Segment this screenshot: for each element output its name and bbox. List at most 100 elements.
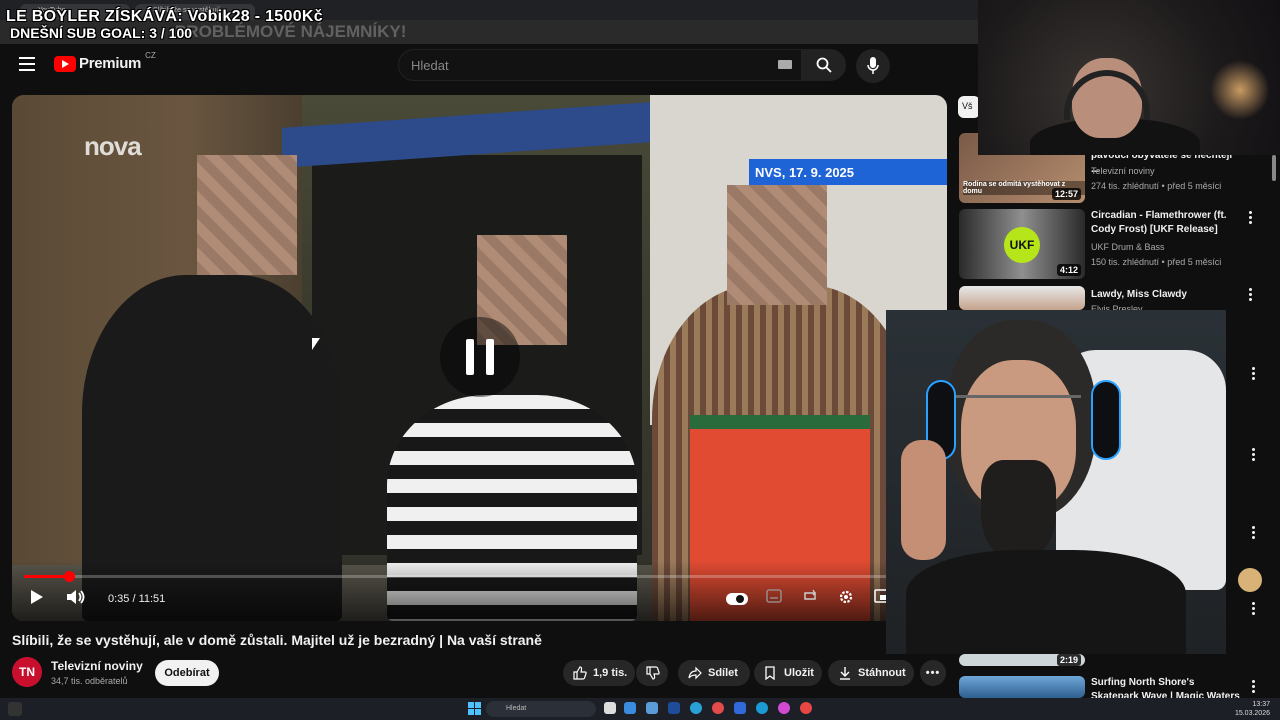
file-explorer-icon[interactable] [646, 702, 658, 714]
date-banner: NVS, 17. 9. 2025 [749, 159, 947, 185]
taskbar-search[interactable]: Hledat [486, 701, 596, 717]
search-input[interactable]: Hledat [398, 49, 802, 81]
logo-country: CZ [145, 51, 156, 60]
clock-date: 15.03.2026 [1234, 710, 1270, 717]
blurred-face [727, 185, 827, 305]
nova-watermark: nova [84, 131, 142, 161]
streamer-hand [901, 440, 946, 560]
progress-scrubber[interactable] [63, 571, 75, 582]
microphone-icon [867, 57, 879, 74]
taskbar-clock[interactable]: 13:37 15.03.2026 [1235, 700, 1270, 718]
streamer-shirt [906, 550, 1186, 654]
glasses [956, 395, 1081, 415]
recommendation-meta: 274 tis. zhlédnutí • před 5 měsíci [1091, 181, 1222, 191]
loop-icon[interactable] [802, 589, 818, 603]
clock-time: 13:37 [1252, 701, 1270, 708]
app-icon[interactable] [778, 702, 790, 714]
video-title: Slíbili, že se vystěhují, ale v domě zůs… [12, 632, 542, 648]
volume-icon[interactable] [66, 589, 86, 605]
share-button[interactable]: Sdílet [678, 660, 750, 686]
subscriber-count: 34,7 tis. odběratelů [51, 676, 128, 686]
stream-sub-goal: DNEŠNÍ SUB GOAL: 3 / 100 [10, 25, 193, 41]
subtitles-icon[interactable] [766, 589, 782, 603]
screen: YouTube Slíbili, že se vystěhují PROBLÉM… [0, 0, 1280, 720]
windows-taskbar: Hledat 13:37 15.03.2026 [0, 698, 1280, 720]
more-actions-button[interactable]: ••• [920, 660, 946, 686]
download-label: Stáhnout [858, 667, 906, 679]
recommendation-item[interactable]: 2:19 Surfing North Shore's Skatepark Wav… [959, 654, 1259, 716]
sidebar-scrollbar[interactable] [1272, 155, 1276, 181]
progress-fill [24, 575, 69, 578]
app-icon[interactable] [734, 702, 746, 714]
windows-start-icon[interactable] [468, 702, 481, 715]
streamer-beard [981, 460, 1056, 560]
more-vertical-icon[interactable] [1252, 367, 1256, 382]
settings-gear-icon[interactable] [838, 589, 854, 605]
headset-right-icon [1091, 380, 1121, 460]
video-thumbnail[interactable] [959, 676, 1085, 698]
stream-donation-alert: LE BOYLER ZÍSKÁVÁ: Vobik28 - 1500Kč [6, 8, 323, 25]
video-thumbnail[interactable]: 2:19 [959, 654, 1085, 666]
more-vertical-icon[interactable] [1252, 602, 1256, 617]
dislike-button[interactable] [636, 660, 668, 686]
subscribe-button[interactable]: Odebírat [155, 660, 219, 686]
more-vertical-icon[interactable] [1252, 680, 1256, 695]
video-duration: 2:19 [1056, 654, 1081, 666]
recommendation-title: Circadian - Flamethrower (ft. Cody Frost… [1091, 210, 1227, 235]
weather-icon[interactable] [8, 702, 22, 716]
recommendation-channel: Televizní noviny [1091, 166, 1155, 176]
youtube-header: Premium CZ Hledat [0, 44, 978, 88]
share-icon [688, 666, 702, 680]
lamp-glow [1210, 60, 1270, 120]
download-button[interactable]: Stáhnout [828, 660, 914, 686]
video-player[interactable]: nova NVS, 17. 9. 2025 0:35 / 11:51 [12, 95, 947, 621]
progress-bar[interactable] [24, 571, 935, 582]
video-duration: 12:57 [1051, 188, 1081, 200]
more-vertical-icon[interactable] [1252, 526, 1256, 541]
thumbs-down-icon [646, 666, 660, 680]
more-vertical-icon[interactable] [1249, 288, 1253, 303]
channel-name[interactable]: Televizní noviny [51, 659, 143, 673]
thumbs-up-icon [573, 666, 587, 680]
bookmark-icon [765, 666, 775, 680]
more-horizontal-icon: ••• [925, 667, 941, 679]
chrome-icon[interactable] [712, 702, 724, 714]
player-controls: 0:35 / 11:51 [12, 561, 947, 621]
autoplay-toggle[interactable] [726, 593, 748, 605]
share-label: Sdílet [708, 667, 738, 679]
store-icon[interactable] [668, 702, 680, 714]
recommendation-item[interactable]: UKF 4:12 Circadian - Flamethrower (ft. C… [959, 209, 1259, 281]
hamburger-menu-icon[interactable] [19, 57, 35, 71]
keyboard-icon[interactable] [778, 60, 792, 69]
voice-search-button[interactable] [856, 49, 890, 83]
save-label: Uložit [784, 667, 814, 679]
recommendation-title: Lawdy, Miss Clawdy [1091, 289, 1187, 300]
play-icon[interactable] [30, 589, 44, 605]
webcam-secondary [978, 0, 1280, 155]
youtube-premium-logo[interactable]: Premium CZ [54, 51, 156, 72]
widgets-icon[interactable] [624, 702, 636, 714]
like-count: 1,9 tis. [593, 667, 628, 679]
time-display: 0:35 / 11:51 [108, 593, 166, 605]
more-vertical-icon[interactable] [1249, 211, 1253, 226]
video-thumbnail[interactable]: UKF 4:12 [959, 209, 1085, 279]
steam-icon[interactable] [756, 702, 768, 714]
filter-chip-all[interactable]: Vš [958, 96, 980, 118]
more-vertical-icon[interactable] [1252, 448, 1256, 463]
obs-icon[interactable] [800, 702, 812, 714]
logo-word: Premium [79, 55, 142, 72]
video-duration: 4:12 [1056, 264, 1081, 276]
edge-icon[interactable] [690, 702, 702, 714]
pause-overlay-icon[interactable] [440, 317, 520, 397]
channel-avatar[interactable]: TN [12, 657, 42, 687]
recommendation-channel: UKF Drum & Bass [1091, 242, 1165, 252]
webcam-streamer [886, 310, 1226, 654]
save-button[interactable]: Uložit [754, 660, 822, 686]
ukf-logo-text: UKF [1004, 227, 1040, 263]
like-button[interactable]: 1,9 tis. [563, 660, 635, 686]
recommendation-item[interactable]: Lawdy, Miss Clawdy Elvis Presley [959, 286, 1259, 314]
search-button[interactable] [802, 49, 846, 81]
task-view-icon[interactable] [604, 702, 616, 714]
video-thumbnail[interactable] [959, 286, 1085, 310]
download-icon [840, 667, 850, 680]
